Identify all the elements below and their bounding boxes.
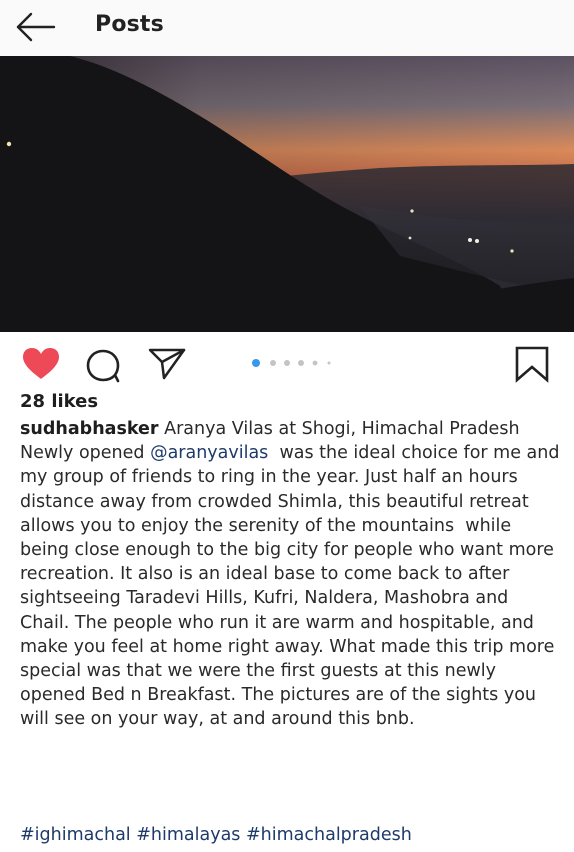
carousel-dot-active — [252, 359, 260, 367]
caption-text-start: Newly opened — [20, 443, 151, 464]
hashtag-link[interactable]: #himachalpradesh — [246, 825, 412, 845]
hashtag-link[interactable]: #himalayas — [136, 825, 240, 845]
post-photo[interactable] — [0, 56, 574, 332]
hashtag-list: #ighimachal #himalayas #himachalpradesh — [20, 825, 412, 845]
back-button[interactable] — [14, 10, 58, 44]
like-button[interactable] — [20, 346, 62, 382]
like-count[interactable]: 28 likes — [20, 391, 98, 412]
carousel-dot — [284, 360, 290, 366]
caption-username[interactable]: sudhabhasker — [20, 419, 159, 439]
paper-plane-icon — [148, 348, 186, 380]
carousel-dot — [298, 360, 304, 366]
caption-mention-link[interactable]: @aranyavilas — [150, 443, 268, 463]
post-detail-screen: Posts 28 likes sudhabhasker Aranya Vilas… — [0, 0, 574, 852]
sunset-mountain-photo — [0, 56, 574, 332]
comment-bubble-icon — [86, 349, 120, 383]
carousel-indicator — [252, 359, 331, 367]
carousel-dot — [270, 360, 276, 366]
post-caption: sudhabhasker Aranya Vilas at Shogi, Hima… — [20, 417, 560, 732]
carousel-dot — [327, 361, 331, 365]
caption-text-body: was the ideal choice for me and my group… — [20, 443, 566, 730]
caption-location: Aranya Vilas at Shogi, Himachal Pradesh — [164, 419, 520, 439]
arrow-left-icon — [16, 12, 56, 42]
hashtag-link[interactable]: #ighimachal — [20, 825, 131, 845]
heart-icon — [23, 348, 59, 379]
page-title: Posts — [95, 12, 164, 37]
carousel-dot — [312, 360, 318, 366]
save-button[interactable] — [514, 345, 550, 383]
comment-button[interactable] — [84, 347, 122, 383]
action-bar — [0, 332, 574, 392]
share-button[interactable] — [147, 347, 187, 381]
bookmark-icon — [515, 346, 549, 383]
top-bar: Posts — [0, 0, 574, 56]
